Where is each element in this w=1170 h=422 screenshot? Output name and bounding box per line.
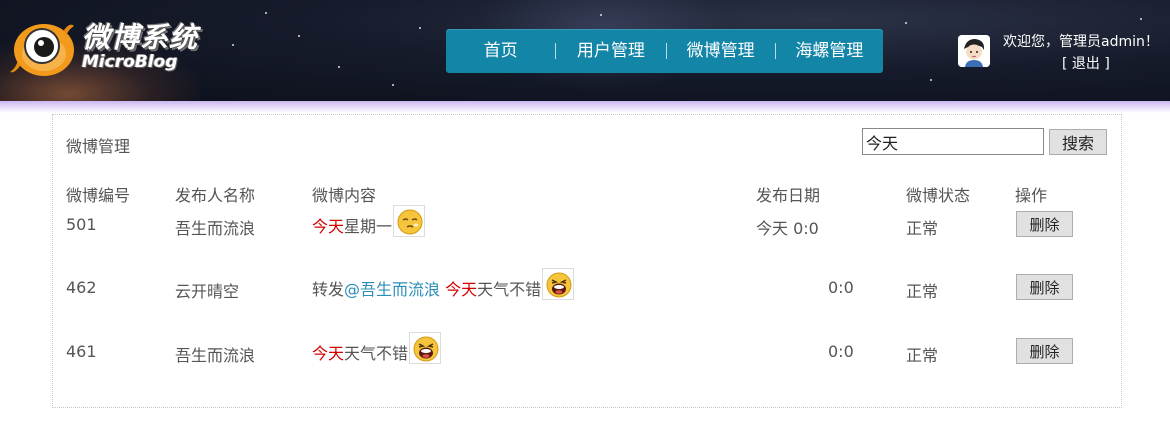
sleepy-face-icon xyxy=(393,205,426,237)
logout-link[interactable]: [ 退出 ] xyxy=(1062,53,1110,73)
content-mention[interactable]: @吾生而流浪 xyxy=(344,280,440,299)
column-header-content: 微博内容 xyxy=(312,186,377,205)
star xyxy=(338,66,340,68)
row-content: 今天天气不错 xyxy=(312,332,442,364)
row-date: 0:0 xyxy=(828,278,854,297)
logo-title: 微博系统 xyxy=(82,21,199,54)
delete-button[interactable]: 删除 xyxy=(1016,338,1073,364)
star xyxy=(930,79,932,81)
avatar xyxy=(958,35,990,67)
row-id: 461 xyxy=(66,342,97,361)
laughing-face-icon xyxy=(542,268,575,300)
content-highlight: 今天 xyxy=(312,217,345,236)
weibo-management-panel: 微博管理 搜索 微博编号 发布人名称 微博内容 发布日期 微博状态 操作 501… xyxy=(52,114,1122,408)
panel-title: 微博管理 xyxy=(66,137,131,156)
search-button[interactable]: 搜索 xyxy=(1049,129,1107,155)
content-text: 星期一 xyxy=(344,217,393,236)
row-content: 转发@吾生而流浪 今天天气不错 xyxy=(312,268,575,300)
row-date: 今天 0:0 xyxy=(756,219,819,238)
content-highlight: 今天 xyxy=(312,344,345,363)
star xyxy=(232,44,234,46)
row-id: 462 xyxy=(66,278,97,297)
column-header-id: 微博编号 xyxy=(66,186,131,205)
column-header-author: 发布人名称 xyxy=(175,186,256,205)
content-text: 天气不错 xyxy=(344,344,409,363)
welcome-text: 欢迎您，管理员admin！ xyxy=(1003,34,1159,50)
nav-user-management[interactable]: 用户管理 xyxy=(556,29,665,73)
column-header-status: 微博状态 xyxy=(906,186,971,205)
search-input[interactable] xyxy=(862,128,1044,155)
star xyxy=(265,12,267,14)
row-status: 正常 xyxy=(906,282,939,301)
star xyxy=(392,84,394,86)
star xyxy=(1140,18,1142,20)
logo: 微博系统 MicroBlog xyxy=(0,10,210,80)
row-content: 今天星期一 xyxy=(312,205,426,237)
star xyxy=(600,14,602,16)
star xyxy=(905,22,907,24)
column-header-action: 操作 xyxy=(1015,186,1048,205)
nav-conch-management[interactable]: 海螺管理 xyxy=(776,29,883,73)
header: 微博系统 MicroBlog 首页 用户管理 微博管理 海螺管理 欢迎您，管理员… xyxy=(0,0,1170,101)
row-author: 吾生而流浪 xyxy=(175,346,256,365)
nav-home[interactable]: 首页 xyxy=(446,29,555,73)
mascot-icon xyxy=(6,14,76,80)
nav-weibo-management[interactable]: 微博管理 xyxy=(667,29,775,73)
row-author: 云开晴空 xyxy=(175,282,240,301)
main-nav: 首页 用户管理 微博管理 海螺管理 xyxy=(446,29,883,73)
delete-button[interactable]: 删除 xyxy=(1016,211,1073,237)
content-prefix: 转发 xyxy=(312,280,345,299)
row-id: 501 xyxy=(66,215,97,234)
star xyxy=(419,27,421,29)
logo-subtitle: MicroBlog xyxy=(82,52,178,72)
row-status: 正常 xyxy=(906,346,939,365)
column-header-date: 发布日期 xyxy=(756,186,821,205)
delete-button[interactable]: 删除 xyxy=(1016,274,1073,300)
content-text: 天气不错 xyxy=(477,280,542,299)
header-stripe xyxy=(0,101,1170,113)
row-author: 吾生而流浪 xyxy=(175,219,256,238)
laughing-face-icon xyxy=(409,332,442,364)
row-status: 正常 xyxy=(906,219,939,238)
row-date: 0:0 xyxy=(828,342,854,361)
star xyxy=(298,35,300,37)
content-highlight: 今天 xyxy=(445,280,478,299)
